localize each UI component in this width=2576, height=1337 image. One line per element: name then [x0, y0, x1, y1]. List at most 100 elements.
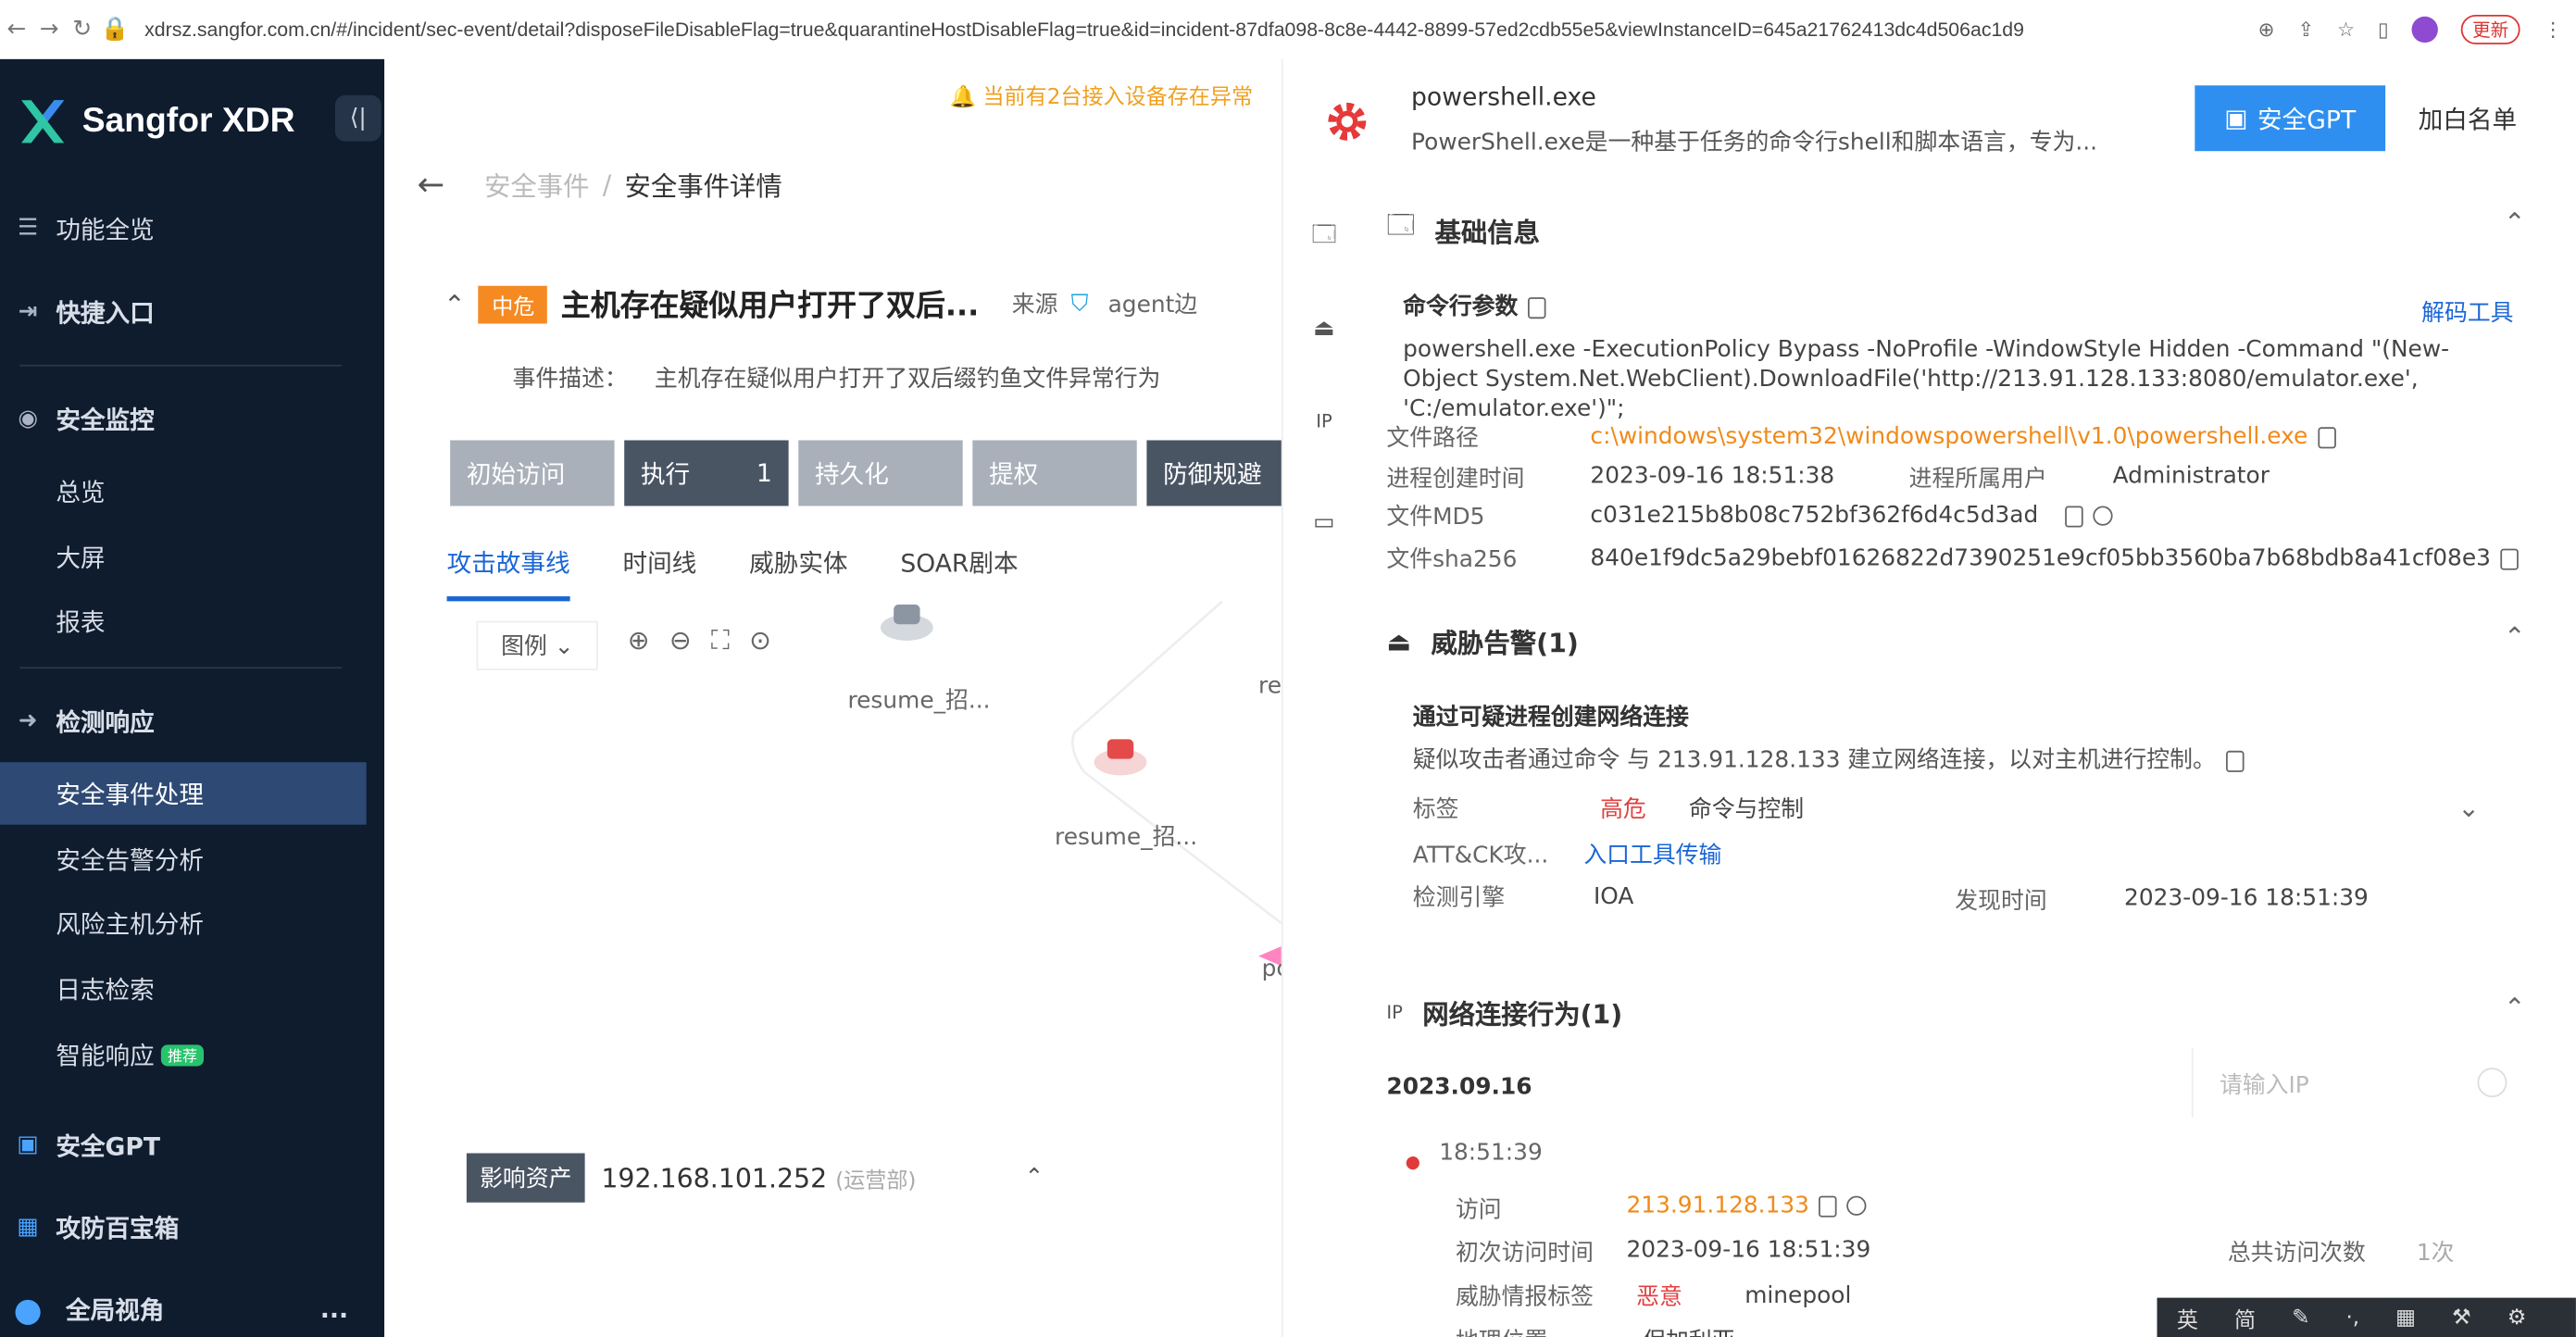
sidebar-item-security-gpt[interactable]: ▣ 安全GPT [0, 1114, 384, 1176]
more-dots-icon[interactable]: ... [320, 1294, 348, 1324]
process-user: Administrator [2112, 463, 2270, 490]
search-icon[interactable] [1846, 1195, 1868, 1216]
breadcrumb-parent[interactable]: 安全事件 [484, 164, 590, 204]
sidebar-toggle-icon[interactable]: ▯ [2378, 19, 2389, 42]
sidebar-item-log-search[interactable]: 日志检索 [0, 957, 384, 1019]
ime-lang[interactable]: 英 [2177, 1302, 2198, 1333]
tab-attack-storyline[interactable]: 攻击故事线 [446, 545, 570, 602]
search-icon[interactable] [2092, 506, 2113, 526]
basic-info-header[interactable]: 🗔 基础信息 [1386, 207, 1540, 252]
graph-node-red[interactable] [1084, 732, 1157, 785]
decode-tool-link[interactable]: 解码工具 [2421, 295, 2513, 328]
asset-ip[interactable]: 192.168.101.252 (运营部) [601, 1162, 916, 1193]
notice-bar[interactable]: 🔔 当前有2台接入设备存在异常 [949, 79, 1253, 110]
tab-timeline[interactable]: 时间线 [622, 545, 696, 601]
impact-asset: 影响资产 192.168.101.252 (运营部) ⌃ [466, 1153, 1044, 1203]
file-path[interactable]: c:\windows\system32\windowspowershell\v1… [1590, 424, 2336, 450]
tab-threat-entity[interactable]: 威胁实体 [749, 545, 847, 601]
forward-arrow-icon[interactable]: → [32, 17, 65, 43]
ip-search-input[interactable]: 请输入IP [2191, 1047, 2530, 1118]
sidebar-item-security-monitor[interactable]: ◉ 安全监控 [0, 388, 384, 450]
fit-screen-icon[interactable]: ⛶ [711, 624, 730, 656]
collapse-circle-icon[interactable]: ⌃ [444, 288, 466, 319]
reload-icon[interactable]: ↻ [66, 17, 98, 43]
process-description: PowerShell.exe是一种基于任务的命令行shell和脚本语言，专为..… [1411, 130, 2098, 156]
robot-icon[interactable]: 🗔 [1306, 217, 1342, 249]
detail-side-nav: 🗔 ⏏ IP ▭ [1281, 58, 1364, 1337]
copy-icon[interactable] [1819, 1194, 1838, 1217]
attck-link[interactable]: 入口工具传输 [1583, 838, 1721, 870]
copy-icon[interactable] [2317, 426, 2336, 448]
visit-ip[interactable]: 213.91.128.133 [1626, 1193, 1868, 1218]
back-arrow-icon[interactable]: ← [0, 17, 32, 43]
back-arrow-icon[interactable]: ← [418, 164, 445, 204]
monitor-icon: ◉ [18, 406, 39, 432]
user-label: 进程所属用户 [1908, 466, 2047, 494]
graph-node-gray[interactable] [870, 598, 943, 651]
tab-soar[interactable]: SOAR剧本 [900, 545, 1018, 601]
menu-dots-icon[interactable]: ⋮ [2543, 19, 2562, 42]
sidebar-item-incident-handling[interactable]: 安全事件处理 [0, 762, 367, 825]
severity-badge: 中危 [479, 284, 548, 323]
alarm-icon[interactable]: ⏏ [1306, 316, 1342, 348]
profile-avatar[interactable] [2411, 16, 2438, 44]
sidebar-item-overview[interactable]: 总览 [0, 460, 384, 522]
copy-icon[interactable] [2064, 505, 2083, 527]
sidebar-item-bigscreen[interactable]: 大屏 [0, 526, 384, 588]
total-visits: 1次 [2416, 1240, 2455, 1267]
sidebar-item-detect-response[interactable]: ➜ 检测响应 [0, 690, 384, 752]
update-button[interactable]: 更新 [2460, 14, 2520, 44]
reset-view-icon[interactable]: ⊙ [749, 624, 771, 656]
sidebar-item-global-view[interactable]: ● 全局视角... [0, 1278, 384, 1337]
cmd-label: 命令行参数 [1403, 289, 1546, 321]
star-icon[interactable]: ☆ [2337, 19, 2355, 42]
ime-script[interactable]: 简 [2234, 1302, 2256, 1333]
sidebar-item-reports[interactable]: 报表 [0, 590, 384, 652]
lock-icon[interactable]: 🔒 [98, 17, 131, 43]
gear-icon [1328, 102, 1367, 141]
brand-logo[interactable]: Sangfor XDR [17, 95, 294, 148]
chevron-up-icon[interactable]: ⌃ [1025, 1165, 1044, 1191]
pen-icon[interactable]: ✎ [2292, 1306, 2309, 1331]
settings-gear-icon[interactable]: ⚙ [2507, 1306, 2527, 1331]
sidebar-item-shortcuts[interactable]: ⇥ 快捷入口 [0, 281, 384, 343]
sidebar-item-overview-all[interactable]: ☰ 功能全览 [0, 197, 384, 259]
divider [19, 364, 343, 367]
zoom-icon[interactable]: ⊕ [2258, 19, 2275, 42]
folder-icon[interactable]: ▭ [1306, 509, 1342, 542]
stage-initial-access[interactable]: 初始访问 [450, 440, 615, 506]
copy-icon[interactable] [1528, 296, 1546, 319]
chevron-up-icon[interactable]: ⌃ [2504, 621, 2526, 653]
network-header[interactable]: IP 网络连接行为(1) [1386, 993, 1622, 1032]
punct-icon[interactable]: ·, [2345, 1306, 2359, 1331]
url-bar[interactable]: xdrsz.sangfor.com.cn/#/incident/sec-even… [144, 19, 2258, 42]
ip-icon[interactable]: IP [1306, 411, 1342, 444]
tools-icon[interactable]: ⚒ [2452, 1306, 2471, 1331]
intel-label: 威胁情报标签 [1455, 1284, 1594, 1311]
process-detail-panel: powershell.exe PowerShell.exe是一种基于任务的命令行… [1328, 58, 2576, 1337]
stage-persistence[interactable]: 持久化 [798, 440, 963, 506]
whitelist-button[interactable]: 加白名单 [2419, 102, 2517, 136]
legend-dropdown[interactable]: 图例 ⌄ [476, 620, 599, 670]
chevron-up-icon[interactable]: ⌃ [2504, 993, 2526, 1024]
sidebar-item-alert-analysis[interactable]: 安全告警分析 [0, 828, 384, 890]
collapse-sidebar-button[interactable]: ⟨| [334, 94, 381, 142]
threat-alert-header[interactable]: ⏏ 威胁告警(1) [1386, 621, 1578, 661]
chevron-up-icon[interactable]: ⌃ [2504, 207, 2526, 239]
zoom-in-icon[interactable]: ⊕ [628, 624, 650, 656]
sidebar-item-smart-response[interactable]: 智能响应 推荐 [0, 1023, 384, 1085]
stage-execution[interactable]: 执行 1 [624, 440, 789, 506]
graph-tools: ⊕ ⊖ ⛶ ⊙ [628, 624, 771, 656]
share-icon[interactable]: ⇪ [2297, 19, 2314, 42]
security-gpt-button[interactable]: ▣ 安全GPT [2195, 85, 2386, 152]
chevron-down-icon[interactable]: ⌄ [2457, 792, 2480, 823]
sidebar-item-risk-host[interactable]: 风险主机分析 [0, 892, 384, 954]
total-visits-label: 总共访问次数 [2227, 1240, 2366, 1267]
copy-icon[interactable] [2500, 547, 2520, 569]
search-icon[interactable] [2477, 1068, 2507, 1098]
keyboard-icon[interactable]: ▦ [2395, 1306, 2416, 1331]
stage-privilege-escalation[interactable]: 提权 [972, 440, 1137, 506]
zoom-out-icon[interactable]: ⊖ [669, 624, 692, 656]
copy-icon[interactable] [2225, 749, 2245, 771]
sidebar-item-toolbox[interactable]: ▦ 攻防百宝箱 [0, 1196, 384, 1258]
